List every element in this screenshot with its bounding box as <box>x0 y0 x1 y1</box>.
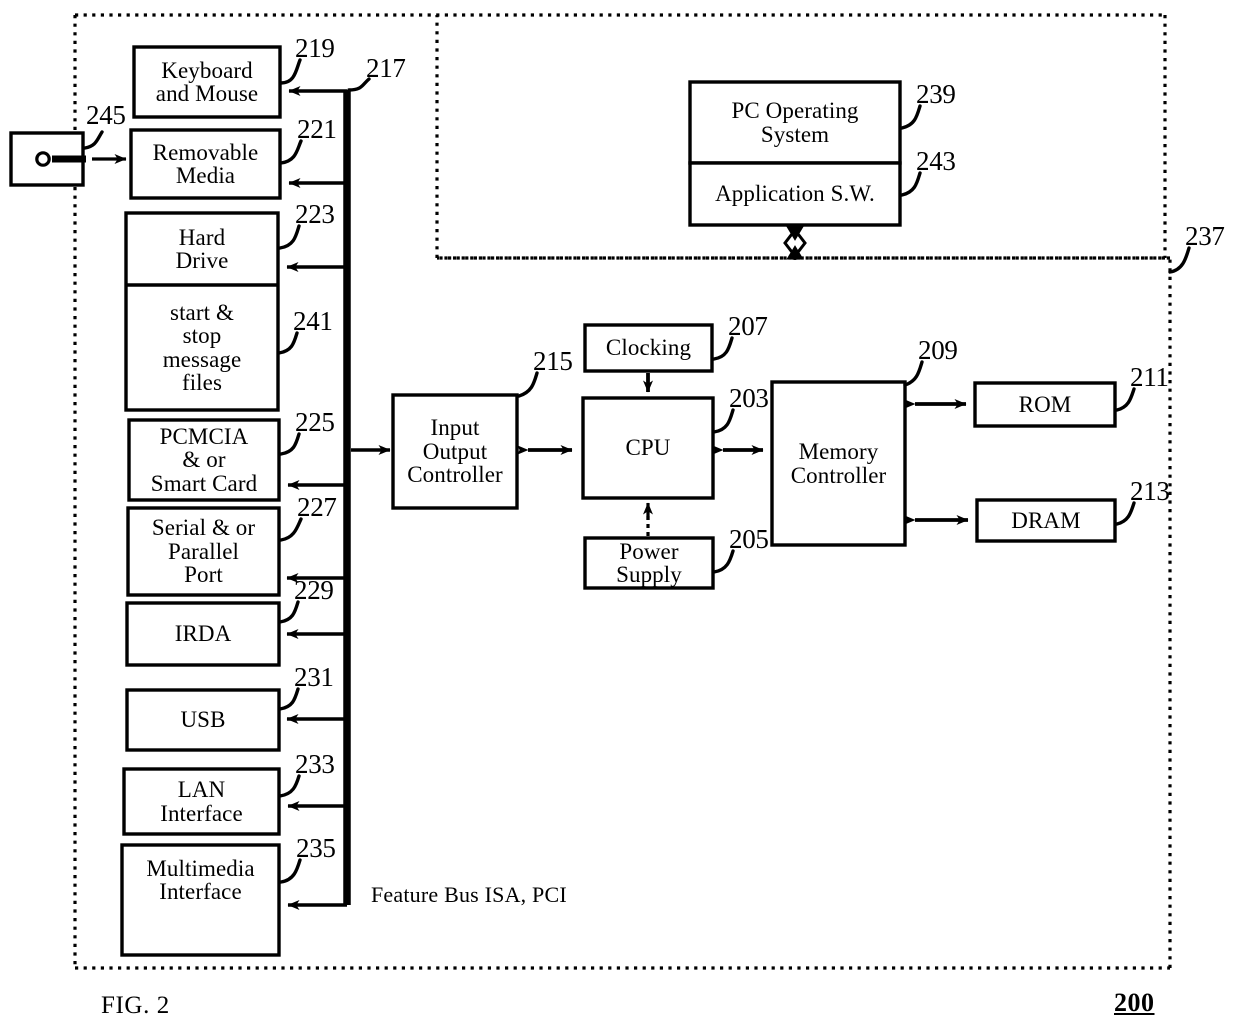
cpu-block: CPU <box>583 398 713 498</box>
pcmcia-line2: & or <box>182 447 226 473</box>
dram-block: DRAM <box>977 500 1115 541</box>
figure-caption: FIG. 2 <box>101 992 170 1019</box>
serial-parallel-port-block: Serial & or Parallel Port <box>128 508 279 595</box>
ref-219: 219 <box>295 33 335 63</box>
pcmcia-line1: PCMCIA <box>159 423 249 449</box>
pcmcia-line3: Smart Card <box>150 470 258 496</box>
ref-225: 225 <box>295 407 335 437</box>
ref-223: 223 <box>295 199 335 229</box>
hard-drive-line1: Hard <box>178 224 226 250</box>
ref-227: 227 <box>297 492 337 522</box>
usb-block: USB <box>127 690 279 750</box>
application-sw-label: Application S.W. <box>715 181 875 207</box>
io-controller-line2: Output <box>422 438 488 464</box>
hard-drive-block: Hard Drive <box>126 213 278 285</box>
application-software-block: Application S.W. <box>690 163 900 225</box>
lan-line2: Interface <box>160 800 243 826</box>
message-files-line3: message <box>162 346 242 372</box>
rom-block: ROM <box>975 383 1115 426</box>
ref-233: 233 <box>295 749 335 779</box>
rom-label: ROM <box>1018 391 1072 417</box>
ref-237: 237 <box>1185 221 1225 251</box>
ref-245: 245 <box>86 100 126 130</box>
memory-controller-line1: Memory <box>798 439 879 465</box>
pc-os-line2: System <box>760 121 830 147</box>
pc-os-line1: PC Operating <box>731 98 859 124</box>
ref-231: 231 <box>294 662 334 692</box>
irda-label: IRDA <box>174 621 232 647</box>
ref-203: 203 <box>729 383 769 413</box>
serial-parallel-line3: Port <box>184 562 223 588</box>
ref-209: 209 <box>918 335 958 365</box>
memory-controller-line2: Controller <box>790 462 887 488</box>
removable-media-line1: Removable <box>152 139 259 165</box>
message-files-line1: start & <box>170 299 234 325</box>
power-supply-line2: Supply <box>616 562 682 587</box>
ref-241: 241 <box>293 306 333 336</box>
ref-213: 213 <box>1130 476 1170 506</box>
ref-221: 221 <box>297 114 337 144</box>
clocking-label: Clocking <box>605 335 692 361</box>
ref-215: 215 <box>533 346 573 376</box>
ref-207: 207 <box>728 311 768 341</box>
irda-block: IRDA <box>127 603 279 665</box>
message-files-line4: files <box>181 369 223 395</box>
power-supply-block: Power Supply <box>585 538 713 588</box>
clocking-block: Clocking <box>585 325 712 371</box>
dram-label: DRAM <box>1011 507 1081 533</box>
input-output-controller-block: Input Output Controller <box>393 395 517 508</box>
ref-211: 211 <box>1130 362 1169 392</box>
media-hub-circle <box>35 151 51 167</box>
keyboard-and-mouse-block: Keyboard and Mouse <box>134 47 280 117</box>
message-files-line2: stop <box>182 323 222 349</box>
removable-media-block: Removable Media <box>131 130 280 198</box>
keyboard-and-mouse-line2: and Mouse <box>155 81 259 106</box>
serial-parallel-line2: Parallel <box>167 538 240 564</box>
usb-label: USB <box>180 707 226 733</box>
ref-205: 205 <box>729 524 769 554</box>
start-stop-message-files-block: start & stop message files <box>126 285 278 410</box>
figure-number: 200 <box>1114 988 1155 1017</box>
multimedia-interface-block: Multimedia Interface <box>122 845 279 915</box>
keyboard-and-mouse-line1: Keyboard <box>161 57 253 83</box>
memory-controller-block: Memory Controller <box>772 382 905 545</box>
lan-interface-block: LAN Interface <box>124 769 279 834</box>
hard-drive-line2: Drive <box>175 248 229 273</box>
ref-229: 229 <box>294 575 334 605</box>
multimedia-line2: Interface <box>159 879 242 904</box>
ref-217: 217 <box>366 53 406 83</box>
pc-operating-system-block: PC Operating System <box>690 82 900 163</box>
lan-line1: LAN <box>177 777 226 803</box>
feature-bus-label: Feature Bus ISA, PCI <box>371 882 567 907</box>
power-supply-line1: Power <box>619 538 679 564</box>
os-system-connector <box>783 226 807 260</box>
removable-media-line2: Media <box>175 163 236 188</box>
io-controller-line3: Controller <box>407 462 503 488</box>
multimedia-line1: Multimedia <box>146 855 255 881</box>
io-controller-line1: Input <box>430 415 480 441</box>
pcmcia-smart-card-block: PCMCIA & or Smart Card <box>129 420 279 500</box>
ref-235: 235 <box>296 833 336 863</box>
ref-243: 243 <box>916 146 956 176</box>
ref-239: 239 <box>916 79 956 109</box>
serial-parallel-line1: Serial & or <box>151 515 256 541</box>
cpu-label: CPU <box>625 435 671 461</box>
patent-figure-canvas: Keyboard and Mouse Removable Media Hard … <box>0 0 1240 1035</box>
